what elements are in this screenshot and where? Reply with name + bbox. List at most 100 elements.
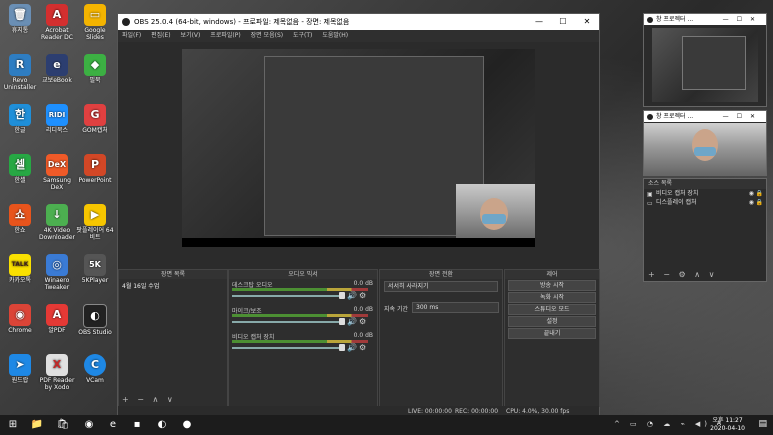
scenes-footer-buttons[interactable]: + − ∧ ∨	[122, 395, 176, 404]
desktop-icon-label: 5KPlayer	[81, 277, 109, 284]
speaker-icon[interactable]: 🔊	[347, 343, 357, 352]
menu-help[interactable]: 도움말(H)	[322, 32, 348, 39]
desktop-icon-label: PowerPoint	[78, 177, 112, 184]
speaker-icon[interactable]: 🔊	[347, 317, 357, 326]
close-button[interactable]: ✕	[575, 14, 599, 30]
system-tray-icons[interactable]: ^ ▭ ◔ ☁ ⌁ ◀)	[614, 420, 711, 428]
duration-input[interactable]: 300 ms	[412, 302, 499, 313]
desktop-icon-hancell[interactable]: 셀 한셀	[0, 154, 40, 184]
projector-window-buttons[interactable]: —☐✕	[723, 111, 763, 122]
windows-start-icon[interactable]: ⊞	[6, 418, 20, 432]
chrome-icon[interactable]: ◉	[82, 418, 96, 432]
source-item[interactable]: ▭ 디스플레이 캡처 ◉ 🔒	[644, 198, 766, 207]
projector-titlebar[interactable]: 창 프로젝터 ... —☐✕	[644, 14, 766, 25]
edge-icon[interactable]: e	[106, 418, 120, 432]
desktop-icon-dex[interactable]: DeX Samsung DeX	[37, 154, 77, 191]
settings-button[interactable]: 설정	[508, 316, 596, 327]
speaker-icon[interactable]: 🔊	[347, 291, 357, 300]
obs-taskbar-icon[interactable]: ◐	[155, 418, 169, 432]
preview-nested-obs	[264, 56, 484, 236]
projector-window: 창 프로젝터 ... —☐✕	[643, 13, 767, 107]
desktop-icon-label: Chrome	[8, 327, 32, 334]
clock[interactable]: 오후 11:27 2020-04-10	[710, 417, 745, 433]
desktop-icon-potplayer[interactable]: ▶ 팟플레이어 64 비트	[75, 204, 115, 241]
app-taskbar-icon[interactable]: ●	[180, 418, 194, 432]
source-item[interactable]: ▣ 비디오 캡처 장치 ◉ 🔒	[644, 189, 766, 198]
start-streaming-button[interactable]: 방송 시작	[508, 280, 596, 291]
desktop-icon-xodo[interactable]: X PDF Reader by Xodo	[37, 354, 77, 391]
sources-dock: 소스 목록 ▣ 비디오 캡처 장치 ◉ 🔒 ▭ 디스플레이 캡처 ◉ 🔒 + −…	[643, 178, 767, 282]
desktop-icon-4k[interactable]: ↓ 4K Video Downloader	[37, 204, 77, 241]
obs-titlebar[interactable]: OBS 25.0.4 (64-bit, windows) - 프로파일: 제목없…	[118, 14, 599, 30]
desktop-icon-recycle-bin[interactable]: 🗑 휴지통	[0, 4, 40, 34]
desktop-icon-label: Acrobat Reader DC	[41, 27, 73, 41]
desktop-icon-revo[interactable]: R Revo Uninstaller	[0, 54, 40, 91]
clock-date: 2020-04-10	[710, 425, 745, 432]
lock-icon[interactable]: 🔒	[756, 189, 763, 198]
desktop-icon-5kplayer[interactable]: 5K 5KPlayer	[75, 254, 115, 284]
desktop-icon-vcam[interactable]: C VCam	[75, 354, 115, 384]
lock-icon[interactable]: 🔒	[756, 198, 763, 207]
preview-canvas[interactable]	[182, 49, 535, 247]
menu-file[interactable]: 파일(F)	[122, 32, 141, 39]
desktop-icon-onedrop[interactable]: ➤ 원드랍	[0, 354, 40, 384]
notification-icon[interactable]: ▤	[758, 419, 767, 429]
fader-knob[interactable]	[339, 344, 345, 351]
gear-icon[interactable]: ⚙	[359, 317, 366, 326]
desktop-icon-powerpoint[interactable]: P PowerPoint	[75, 154, 115, 184]
projector-title: 창 프로젝터 ...	[656, 16, 694, 23]
projector-nested-obs	[682, 36, 746, 90]
projector-window-buttons[interactable]: —☐✕	[723, 14, 763, 25]
desktop-icon-google-slides[interactable]: ▭ Google Slides	[75, 4, 115, 41]
volume-fader[interactable]	[232, 347, 344, 349]
obs-docks: 장면 목록 4월 16일 수업 + − ∧ ∨ 오디오 믹서 데스크탑 오디오 …	[118, 269, 600, 418]
desktop-icon-obs[interactable]: ◐ OBS Studio	[75, 304, 115, 336]
desktop-icon-hanshow[interactable]: 쇼 한쇼	[0, 204, 40, 234]
desktop-icon-hangul[interactable]: 한 한글	[0, 104, 40, 134]
fader-knob[interactable]	[339, 292, 345, 299]
duration-row: 지속 기간 300 ms	[380, 302, 502, 314]
desktop-icon-gom[interactable]: G GOM캡처	[75, 104, 115, 134]
gear-icon[interactable]: ⚙	[359, 343, 366, 352]
studio-mode-button[interactable]: 스튜디오 모드	[508, 304, 596, 315]
menu-scene-collection[interactable]: 장면 모음(S)	[251, 32, 283, 39]
desktop-icon-acrobat[interactable]: A Acrobat Reader DC	[37, 4, 77, 41]
desktop-icon-winaero[interactable]: ◎ Winaero Tweaker	[37, 254, 77, 291]
start-recording-button[interactable]: 녹화 시작	[508, 292, 596, 303]
volume-fader[interactable]	[232, 321, 344, 323]
sticky-notes-icon[interactable]: ▪	[130, 418, 144, 432]
desktop-icon-kyobo[interactable]: e 교보eBook	[37, 54, 77, 84]
mixer-channel: 마이크/보조 0.0 dB 🔊 ⚙	[229, 305, 377, 331]
file-explorer-icon[interactable]: 📁	[30, 418, 44, 432]
eye-icon[interactable]: ◉	[749, 189, 754, 198]
desktop-icon-label: 교보eBook	[42, 77, 72, 84]
menu-tools[interactable]: 도구(T)	[293, 32, 312, 39]
controls-dock: 제어 방송 시작 녹화 시작 스튜디오 모드 설정 끝내기	[504, 269, 600, 407]
desktop-icon-alpdf[interactable]: A 알PDF	[37, 304, 77, 334]
eye-icon[interactable]: ◉	[749, 198, 754, 207]
controls-title: 제어	[505, 270, 599, 279]
desktop-icon-kakaotalk[interactable]: TALK 카카오톡	[0, 254, 40, 284]
volume-fader[interactable]	[232, 295, 344, 297]
menu-profile[interactable]: 프로파일(P)	[210, 32, 240, 39]
minimize-button[interactable]: —	[527, 14, 551, 30]
download-icon: ↓	[46, 204, 68, 226]
transition-select[interactable]: 서서히 사라지기	[384, 281, 498, 292]
sources-footer-buttons[interactable]: + − ⚙ ∧ ∨	[648, 270, 717, 279]
maximize-button[interactable]: ☐	[551, 14, 575, 30]
menu-edit[interactable]: 편집(E)	[151, 32, 171, 39]
powerpoint-icon: P	[84, 154, 106, 176]
desktop-icon-pilbook[interactable]: ◆ 필북	[75, 54, 115, 84]
exit-button[interactable]: 끝내기	[508, 328, 596, 339]
desktop-icon-ridi[interactable]: RIDI 리디북스	[37, 104, 77, 134]
webcam-mask	[482, 214, 506, 224]
desktop-icon-chrome[interactable]: ◉ Chrome	[0, 304, 40, 334]
menu-view[interactable]: 보기(V)	[181, 32, 201, 39]
projector-titlebar[interactable]: 창 프로젝터 ... —☐✕	[644, 111, 766, 122]
fader-knob[interactable]	[339, 318, 345, 325]
gear-icon[interactable]: ⚙	[359, 291, 366, 300]
desktop-icon-label: GOM캡처	[82, 127, 108, 134]
scene-item[interactable]: 4월 16일 수업	[119, 279, 227, 292]
onedrop-icon: ➤	[9, 354, 31, 376]
store-icon[interactable]: 🛍	[56, 418, 70, 432]
